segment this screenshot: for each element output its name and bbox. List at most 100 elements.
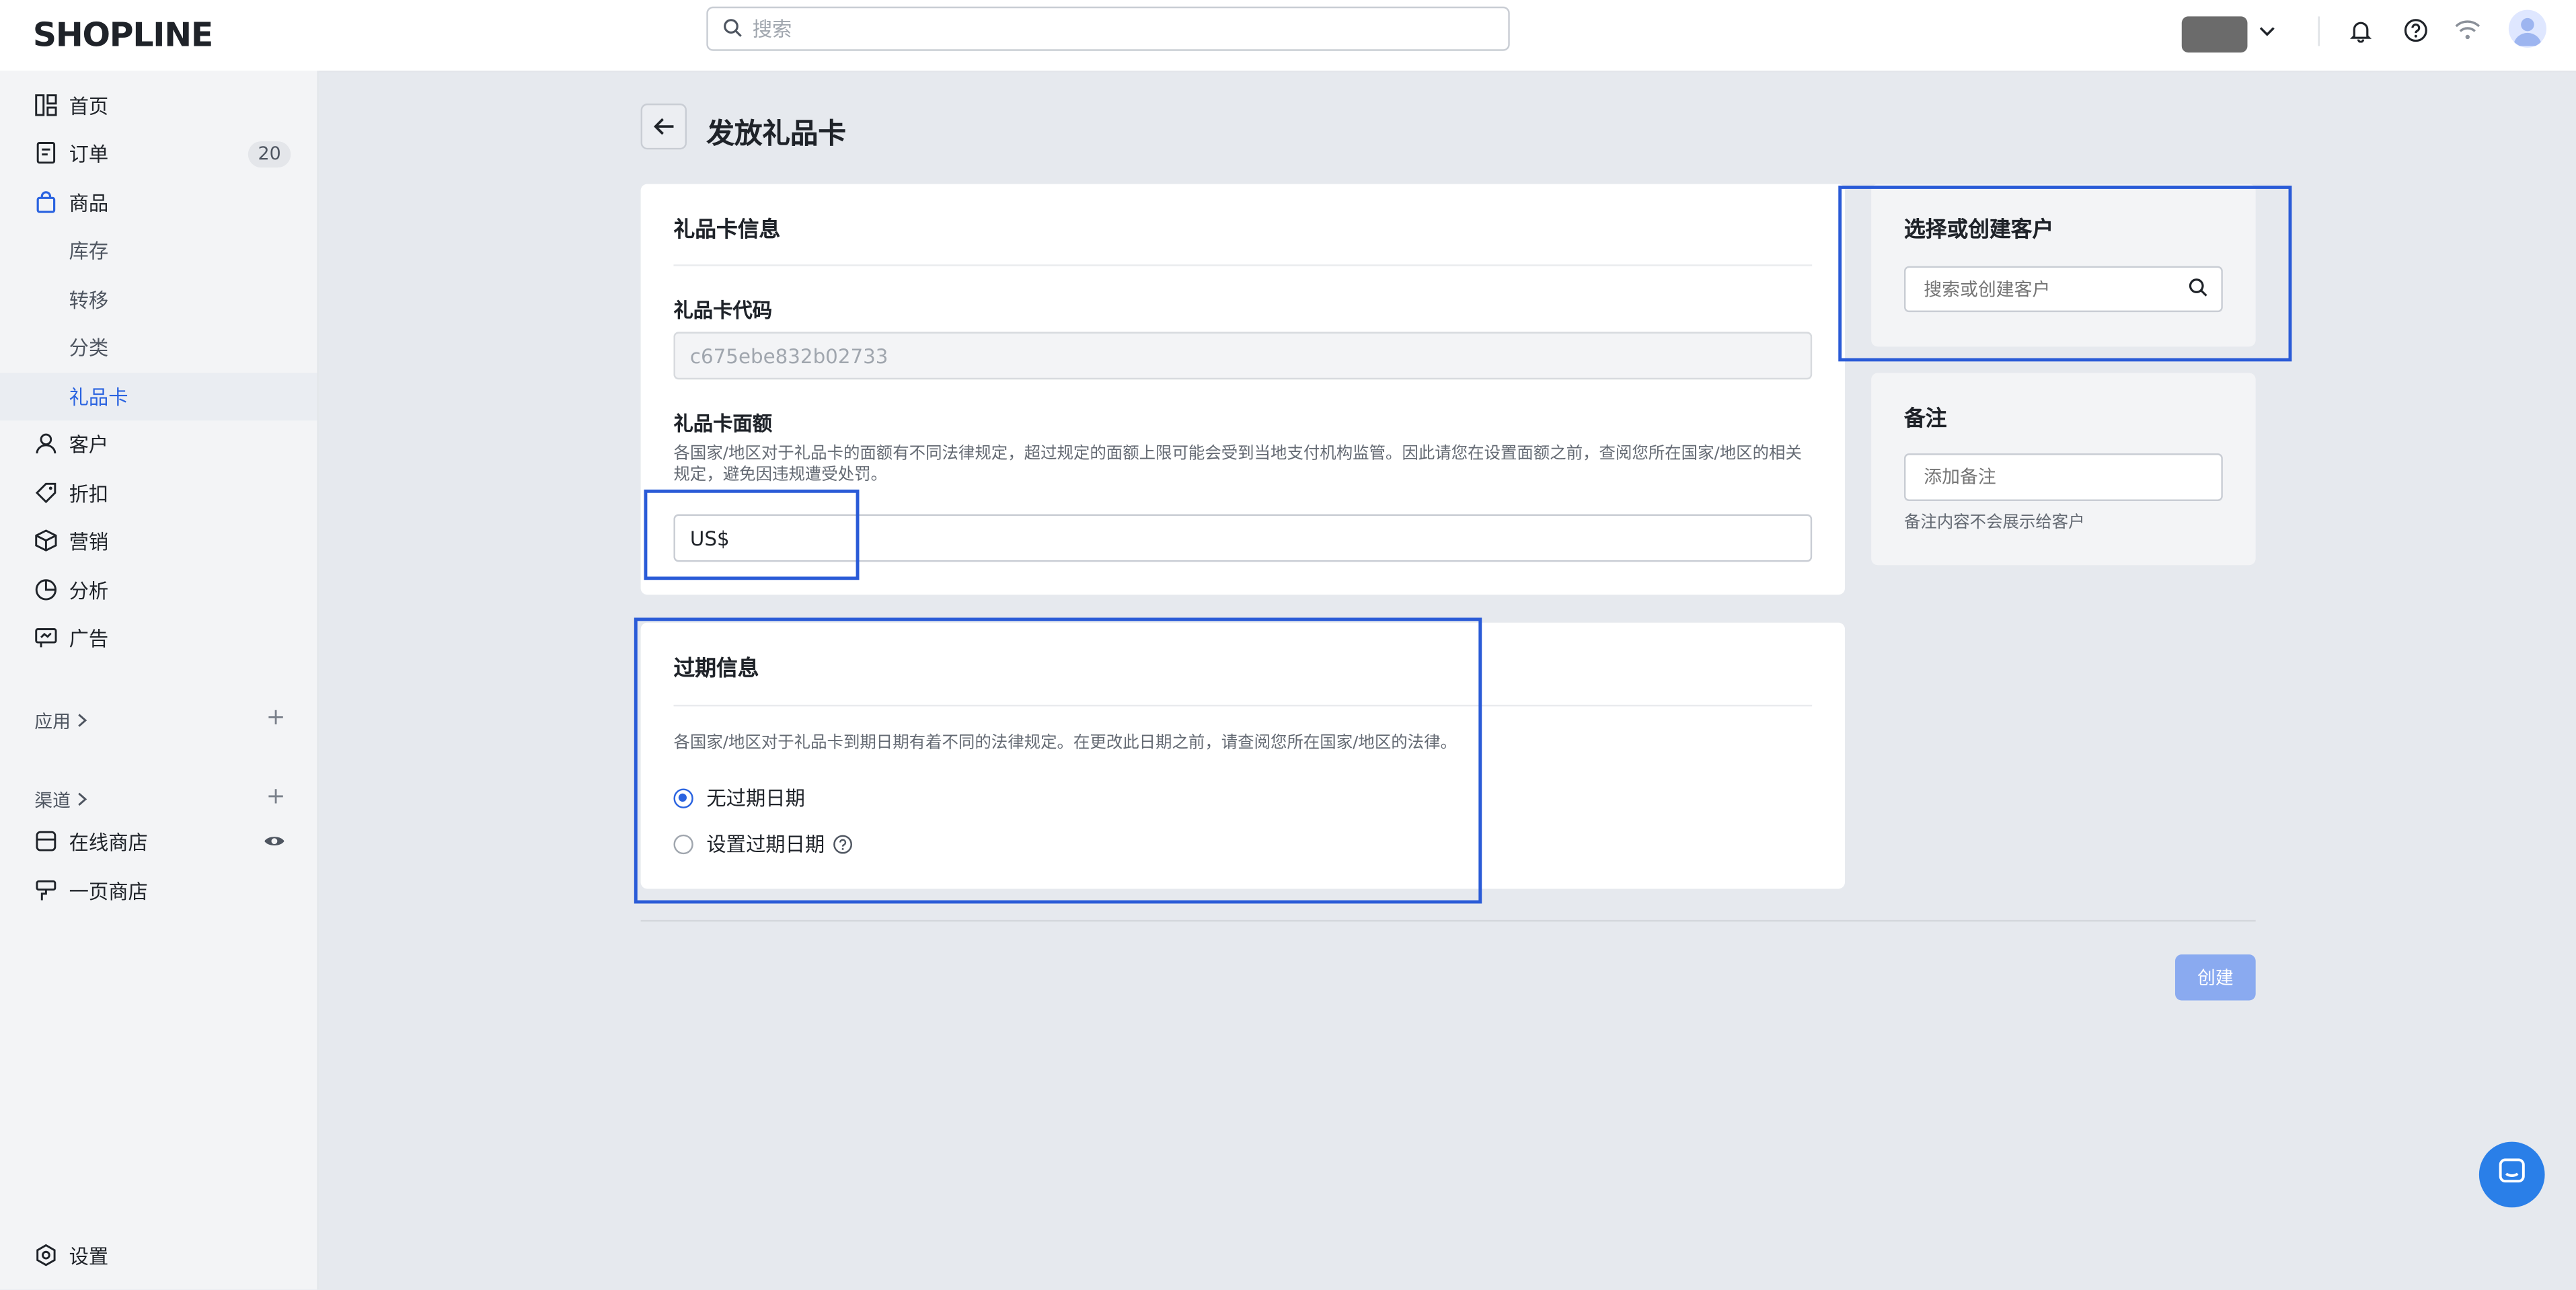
no-expiry-label: 无过期日期 <box>706 787 805 810</box>
channels-section-label: 渠道 <box>34 790 71 812</box>
set-expiry-option[interactable]: 设置过期日期 <box>673 830 853 858</box>
help-icon[interactable] <box>2400 15 2430 44</box>
sidebar-item-label: 广告 <box>69 628 109 651</box>
chevron-right-icon <box>75 790 89 811</box>
orders-count-badge: 20 <box>248 141 291 168</box>
sidebar-item-label: 客户 <box>69 433 109 457</box>
search-icon <box>723 13 743 44</box>
currency-prefix: US$ <box>689 526 730 550</box>
store-icon <box>34 830 57 853</box>
sidebar-item-categories[interactable]: 分类 <box>0 324 317 371</box>
sidebar-item-label: 礼品卡 <box>69 386 128 410</box>
chevron-right-icon <box>75 710 89 732</box>
page-title: 发放礼品卡 <box>706 118 846 151</box>
sidebar-item-gift-cards[interactable]: 礼品卡 <box>0 373 317 421</box>
sidebar-item-discounts[interactable]: 折扣 <box>0 470 317 518</box>
sidebar-item-label: 分析 <box>69 580 109 603</box>
notes-input[interactable] <box>1920 465 2207 490</box>
apps-section-label: 应用 <box>34 711 71 733</box>
sidebar-item-label: 商品 <box>69 192 109 215</box>
giftcard-code-value: c675ebe832b02733 <box>689 344 888 367</box>
sidebar-item-label: 折扣 <box>69 483 109 506</box>
no-expiry-radio[interactable] <box>673 788 693 808</box>
chat-launcher-button[interactable] <box>2478 1141 2545 1208</box>
channels-section-header[interactable]: 渠道 <box>34 787 89 813</box>
shopline-logo[interactable]: SHOPLINE <box>33 15 213 54</box>
tag-icon <box>34 482 57 504</box>
notes-title: 备注 <box>1903 407 1947 432</box>
customer-card: 选择或创建客户 <box>1871 184 2256 347</box>
sidebar-item-label: 在线商店 <box>69 831 148 855</box>
set-expiry-radio[interactable] <box>673 833 693 853</box>
expiry-card: 过期信息 各国家/地区对于礼品卡到期日期有着不同的法律规定。在更改此日期之前，请… <box>640 622 1846 889</box>
sidebar-item-customers[interactable]: 客户 <box>0 420 317 468</box>
sidebar-item-home[interactable]: 首页 <box>0 82 317 130</box>
sidebar-item-label: 营销 <box>69 530 109 554</box>
customer-search-input[interactable] <box>1920 276 2174 302</box>
one-page-icon <box>34 879 57 902</box>
order-icon <box>34 141 57 164</box>
eye-icon[interactable] <box>263 831 286 854</box>
sidebar: 首页 订单 20 商品 库存 转移 分类 礼品卡 客户 折扣 营销 分析 广告 … <box>0 71 319 1290</box>
sidebar-item-label: 首页 <box>69 95 109 118</box>
topbar-divider <box>2318 16 2320 46</box>
home-icon <box>34 93 57 116</box>
giftcard-code-field: c675ebe832b02733 <box>673 332 1813 380</box>
sidebar-item-transfers[interactable]: 转移 <box>0 276 317 324</box>
giftcard-amount-field[interactable]: US$ <box>673 514 1813 562</box>
arrow-left-icon <box>652 111 675 142</box>
search-icon[interactable] <box>2189 277 2208 302</box>
sidebar-item-ads[interactable]: 广告 <box>0 615 317 662</box>
gear-icon <box>34 1244 57 1266</box>
customer-title: 选择或创建客户 <box>1903 218 2054 243</box>
global-search-input[interactable] <box>749 15 1509 42</box>
user-avatar[interactable] <box>2508 9 2547 48</box>
card-divider <box>673 264 1813 266</box>
giftcard-amount-help: 各国家/地区对于礼品卡的面额有不同法律规定，超过规定的面额上限可能会受到当地支付… <box>673 445 1802 485</box>
sidebar-item-orders[interactable]: 订单 20 <box>0 130 317 178</box>
add-channel-plus-icon[interactable]: + <box>266 784 286 810</box>
sidebar-item-marketing[interactable]: 营销 <box>0 517 317 565</box>
help-icon[interactable] <box>833 834 853 853</box>
expiry-help: 各国家/地区对于礼品卡到期日期有着不同的法律规定。在更改此日期之前，请查阅您所在… <box>673 734 1457 753</box>
add-app-plus-icon[interactable]: + <box>266 705 286 731</box>
create-button[interactable]: 创建 <box>2175 954 2256 1001</box>
giftcard-code-label: 礼品卡代码 <box>673 299 773 322</box>
store-avatar[interactable] <box>2181 16 2248 53</box>
sidebar-item-settings[interactable]: 设置 <box>0 1232 317 1280</box>
global-search[interactable] <box>706 6 1510 51</box>
bell-icon[interactable] <box>2346 15 2376 44</box>
sidebar-item-online-store[interactable]: 在线商店 <box>0 818 317 866</box>
person-icon <box>34 432 57 455</box>
card-divider <box>673 704 1813 707</box>
sidebar-item-one-page-store[interactable]: 一页商店 <box>0 868 317 915</box>
sidebar-item-label: 转移 <box>69 289 109 313</box>
no-expiry-option[interactable]: 无过期日期 <box>673 784 805 812</box>
top-bar: SHOPLINE <box>0 0 2576 73</box>
sidebar-item-products[interactable]: 商品 <box>0 179 317 227</box>
set-expiry-label: 设置过期日期 <box>706 833 825 856</box>
analytics-icon <box>34 578 57 601</box>
wifi-icon[interactable] <box>2453 15 2483 44</box>
ad-icon <box>34 626 57 649</box>
notes-card: 备注 备注内容不会展示给客户 <box>1871 373 2256 566</box>
apps-section-header[interactable]: 应用 <box>34 708 89 734</box>
sidebar-item-label: 库存 <box>69 239 109 263</box>
giftcard-amount-label: 礼品卡面额 <box>673 412 773 436</box>
giftcard-info-title: 礼品卡信息 <box>673 218 781 243</box>
giftcard-info-card: 礼品卡信息 礼品卡代码 c675ebe832b02733 礼品卡面额 各国家/地… <box>640 184 1846 595</box>
sidebar-item-label: 一页商店 <box>69 880 148 904</box>
notes-field[interactable] <box>1903 453 2223 501</box>
sidebar-item-inventory[interactable]: 库存 <box>0 227 317 274</box>
customer-search-field[interactable] <box>1903 266 2223 313</box>
back-button[interactable] <box>640 103 687 150</box>
sidebar-item-analytics[interactable]: 分析 <box>0 567 317 615</box>
marketing-icon <box>34 529 57 552</box>
expiry-title: 过期信息 <box>673 657 759 682</box>
footer-divider <box>640 919 2256 922</box>
notes-help: 备注内容不会展示给客户 <box>1903 514 2085 533</box>
sidebar-item-label: 设置 <box>69 1245 109 1268</box>
chevron-down-icon[interactable] <box>2256 18 2279 49</box>
bag-icon <box>34 190 57 213</box>
sidebar-item-label: 订单 <box>69 143 109 166</box>
